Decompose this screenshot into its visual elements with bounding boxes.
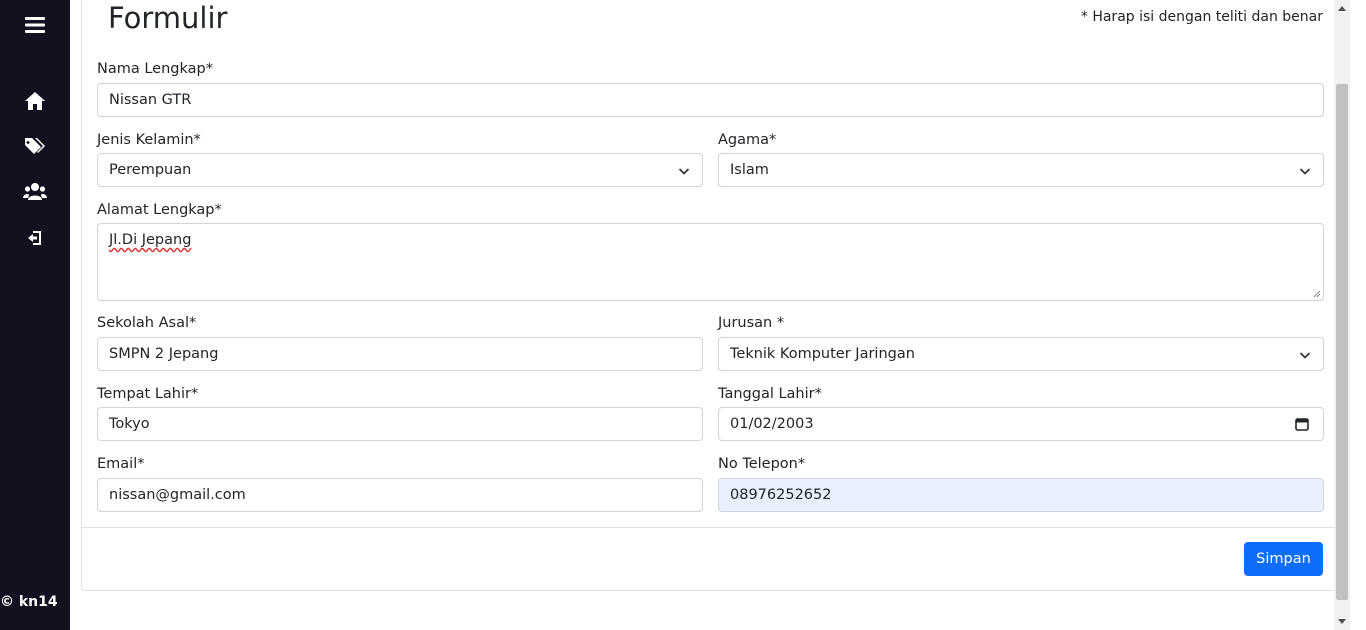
tempat-lahir-value: Tokyo xyxy=(109,416,150,432)
sekolah-value: SMPN 2 Jepang xyxy=(109,346,219,362)
email-label: Email* xyxy=(97,456,145,472)
agama-select[interactable]: Islam xyxy=(718,153,1324,187)
telepon-label: No Telepon* xyxy=(718,456,806,472)
alamat-label: Alamat Lengkap* xyxy=(97,202,222,218)
jurusan-label: Jurusan * xyxy=(718,315,785,331)
jenis-kelamin-label: Jenis Kelamin* xyxy=(97,132,201,148)
tags-icon[interactable] xyxy=(22,133,48,159)
vertical-scrollbar[interactable] xyxy=(1334,0,1350,630)
chevron-down-icon xyxy=(1299,352,1311,359)
tempat-lahir-label: Tempat Lahir* xyxy=(97,386,199,402)
scroll-down-arrow-icon[interactable] xyxy=(1338,619,1346,624)
form-note: * Harap isi dengan teliti dan benar xyxy=(1080,9,1323,25)
nama-value: Nissan GTR xyxy=(109,92,192,108)
email-input[interactable]: nissan@gmail.com xyxy=(97,478,703,512)
jurusan-select[interactable]: Teknik Komputer Jaringan xyxy=(718,337,1324,371)
users-icon[interactable] xyxy=(22,178,48,204)
scroll-up-arrow-icon[interactable] xyxy=(1338,6,1346,11)
agama-label: Agama* xyxy=(718,132,777,148)
form-card: Formulir * Harap isi dengan teliti dan b… xyxy=(81,0,1338,591)
card-footer-divider xyxy=(82,527,1337,528)
nama-label: Nama Lengkap* xyxy=(97,61,213,77)
resize-grip-icon[interactable] xyxy=(1313,290,1321,298)
tempat-lahir-input[interactable]: Tokyo xyxy=(97,407,703,441)
tanggal-lahir-label: Tanggal Lahir* xyxy=(718,386,822,402)
chevron-down-icon xyxy=(1299,168,1311,175)
sekolah-label: Sekolah Asal* xyxy=(97,315,197,331)
jenis-kelamin-select[interactable]: Perempuan xyxy=(97,153,703,187)
jenis-kelamin-value: Perempuan xyxy=(109,162,192,178)
copyright-text: © kn14 xyxy=(0,594,58,610)
sidebar: © kn14 xyxy=(0,0,70,630)
tanggal-lahir-value: 01/02/2003 xyxy=(730,416,814,432)
hamburger-menu-icon[interactable] xyxy=(22,12,48,38)
telepon-value: 08976252652 xyxy=(730,487,832,503)
home-icon[interactable] xyxy=(22,88,48,114)
page-title: Formulir xyxy=(108,1,228,35)
agama-value: Islam xyxy=(730,162,769,178)
nama-input[interactable]: Nissan GTR xyxy=(97,83,1324,117)
save-button[interactable]: Simpan xyxy=(1244,542,1323,576)
alamat-value: Jl.Di Jepang xyxy=(109,232,192,248)
telepon-input[interactable]: 08976252652 xyxy=(718,478,1324,512)
sign-out-icon[interactable] xyxy=(22,225,48,251)
tanggal-lahir-input[interactable]: 01/02/2003 xyxy=(718,407,1324,441)
calendar-icon[interactable] xyxy=(1295,417,1309,431)
main-content: Formulir * Harap isi dengan teliti dan b… xyxy=(70,0,1350,630)
jurusan-value: Teknik Komputer Jaringan xyxy=(730,346,915,362)
email-value: nissan@gmail.com xyxy=(109,487,246,503)
sekolah-input[interactable]: SMPN 2 Jepang xyxy=(97,337,703,371)
scrollbar-thumb[interactable] xyxy=(1336,84,1348,600)
alamat-textarea[interactable]: Jl.Di Jepang xyxy=(97,223,1324,301)
chevron-down-icon xyxy=(678,168,690,175)
